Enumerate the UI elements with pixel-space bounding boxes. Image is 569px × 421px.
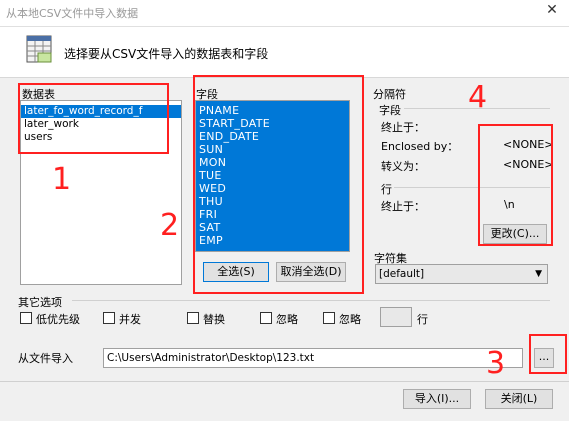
chevron-down-icon: ▼ (535, 269, 542, 279)
replace-checkbox[interactable] (187, 312, 199, 324)
csv-table-icon (26, 35, 52, 63)
file-label: 从文件导入 (18, 352, 73, 365)
concurrent-checkbox[interactable] (103, 312, 115, 324)
low-priority-checkbox[interactable] (20, 312, 32, 324)
annotation-number-3: 3 (486, 346, 506, 381)
ignore-lines-checkbox[interactable] (323, 312, 335, 324)
annotation-box-separator (478, 124, 553, 246)
title-bar: 从本地CSV文件中导入数据 ✕ (0, 0, 569, 27)
other-options-label: 其它选项 (18, 296, 62, 309)
annotation-box-browse (529, 334, 567, 374)
file-path-value: C:\Users\Administrator\Desktop\123.txt (107, 352, 315, 364)
header-banner: 选择要从CSV文件导入的数据表和字段 (0, 27, 569, 78)
close-icon[interactable]: ✕ (540, 2, 564, 22)
replace-label: 替换 (203, 313, 225, 326)
separator-field-label: 字段 (379, 104, 401, 117)
charset-value: [default] (379, 268, 425, 280)
rows-label: 行 (417, 313, 428, 326)
divider (0, 381, 569, 382)
concurrent-label: 并发 (119, 313, 141, 326)
line-label: 行 (381, 183, 392, 196)
field-terminated-label: 终止于： (381, 121, 425, 134)
ignore-label: 忽略 (276, 313, 298, 326)
annotation-number-2: 2 (160, 208, 180, 243)
divider (72, 300, 550, 301)
annotation-number-4: 4 (468, 80, 488, 115)
file-path-input[interactable]: C:\Users\Administrator\Desktop\123.txt (103, 348, 523, 368)
low-priority-label: 低优先级 (36, 313, 80, 326)
annotation-box-tables (18, 83, 169, 154)
enclosed-label: Enclosed by： (381, 140, 459, 153)
escaped-label: 转义为： (381, 160, 425, 173)
line-terminated-label: 终止于： (381, 200, 425, 213)
header-text: 选择要从CSV文件导入的数据表和字段 (64, 47, 269, 61)
close-button[interactable]: 关闭(L) (485, 389, 553, 409)
annotation-number-1: 1 (52, 162, 72, 197)
import-button[interactable]: 导入(I)... (403, 389, 471, 409)
annotation-box-fields (193, 75, 364, 294)
ignore-checkbox[interactable] (260, 312, 272, 324)
ignore-lines-count-input[interactable] (380, 307, 412, 327)
window-title: 从本地CSV文件中导入数据 (6, 7, 139, 20)
charset-select[interactable]: [default] ▼ (375, 264, 548, 284)
ignore-lines-label: 忽略 (339, 313, 361, 326)
separator-label: 分隔符 (373, 88, 406, 101)
